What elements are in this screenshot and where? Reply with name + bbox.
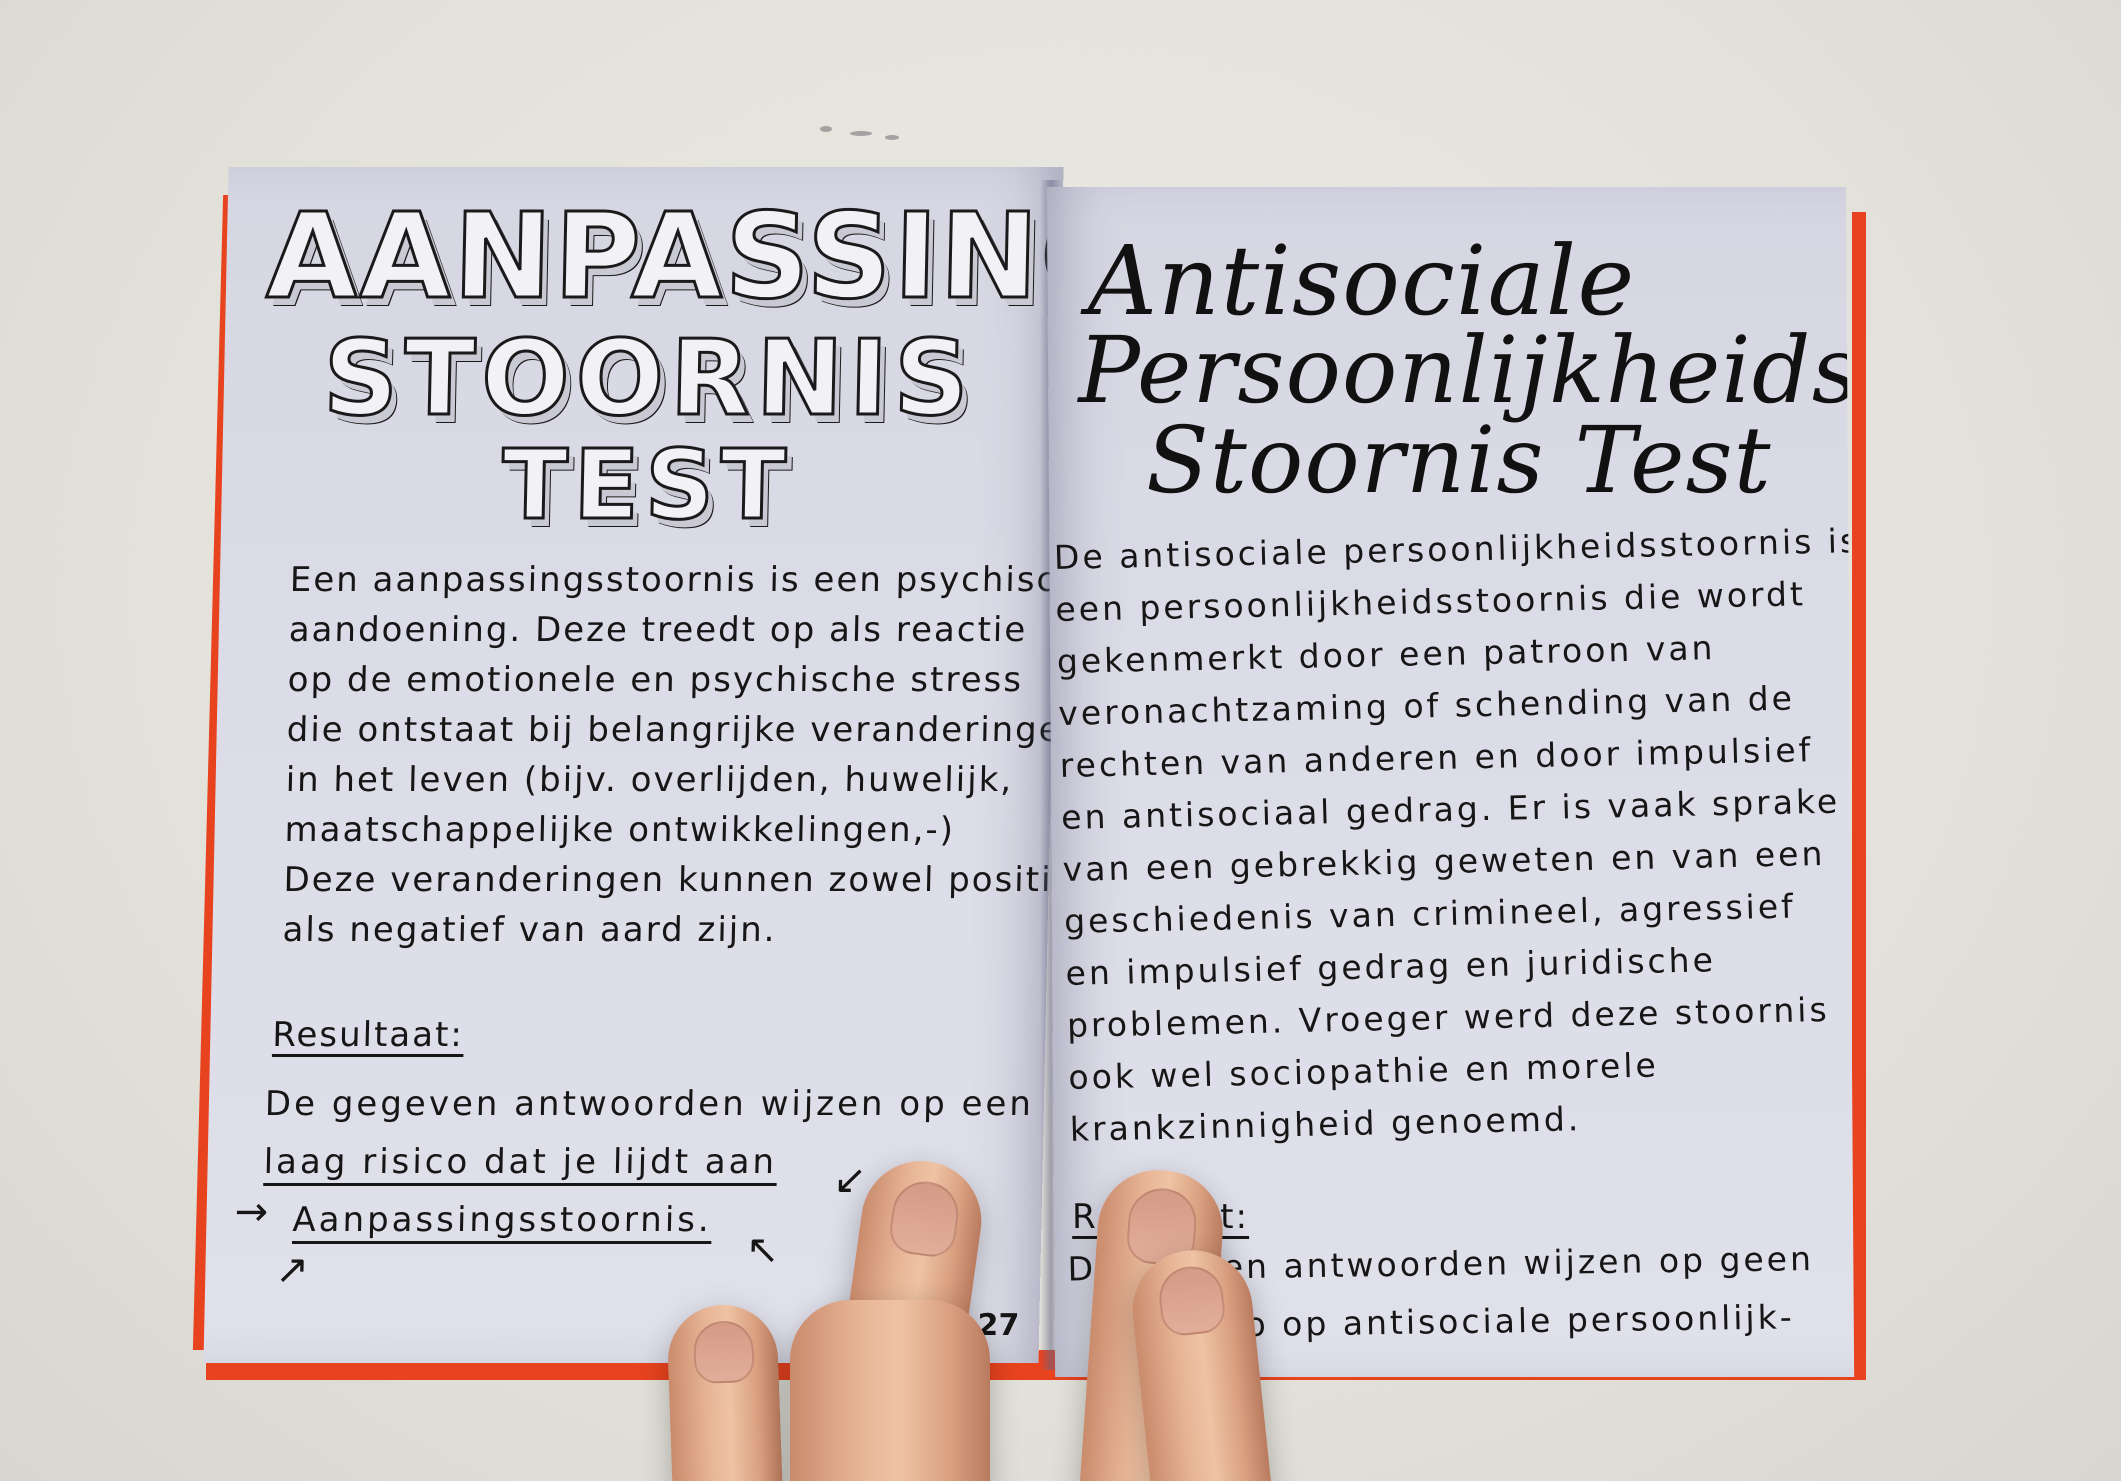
finger-pinky	[666, 1303, 784, 1481]
arrow-right-icon: →	[234, 1189, 269, 1235]
table-mark	[885, 135, 899, 140]
text-line: maatschappelijke ontwikkelingen,-)	[284, 810, 956, 850]
table-mark	[820, 126, 832, 132]
right-title-line-3: Stoornis Test	[1145, 407, 1772, 514]
text-line: in het leven (bijv. overlijden, huwelijk…	[285, 760, 1014, 800]
text-line: Een aanpassingsstoornis is een psychisch…	[289, 560, 1064, 600]
text-line: De gegeven antwoorden wijzen op een	[264, 1084, 1035, 1124]
left-result-label: Resultaat:	[271, 1015, 465, 1055]
left-title-line-1: AANPASSINGS	[264, 186, 1064, 327]
left-title-line-2: STOORNIS	[321, 316, 978, 441]
finger-palm	[790, 1300, 990, 1481]
photo-scene: AANPASSINGS STOORNIS TEST Een aanpassing…	[0, 0, 2121, 1481]
arrow-left-icon: ↙	[832, 1157, 868, 1203]
left-body-text: Een aanpassingsstoornis is een psychisch…	[282, 555, 1064, 955]
arrow-up-right-icon: ↗	[274, 1247, 310, 1293]
fingernail	[886, 1177, 963, 1260]
text-line: die ontstaat bij belangrijke verandering…	[286, 710, 1064, 750]
arrow-up-left-icon: ↖	[745, 1227, 780, 1273]
left-title-line-3: TEST	[499, 428, 794, 543]
book-cover-edge-right	[1852, 212, 1866, 1380]
right-body-text: De antisociale persoonlijkheidsstoornis …	[1053, 516, 1854, 1156]
table-mark	[850, 131, 872, 136]
fingernail	[1156, 1263, 1228, 1338]
text-line: als negatief van aard zijn.	[282, 910, 777, 950]
text-line: Deze veranderingen kunnen zowel positief	[283, 860, 1064, 900]
fingernail	[692, 1319, 755, 1385]
text-line: aandoening. Deze treedt op als reactie	[288, 610, 1028, 650]
text-line: op de emotionele en psychische stress	[287, 660, 1024, 700]
